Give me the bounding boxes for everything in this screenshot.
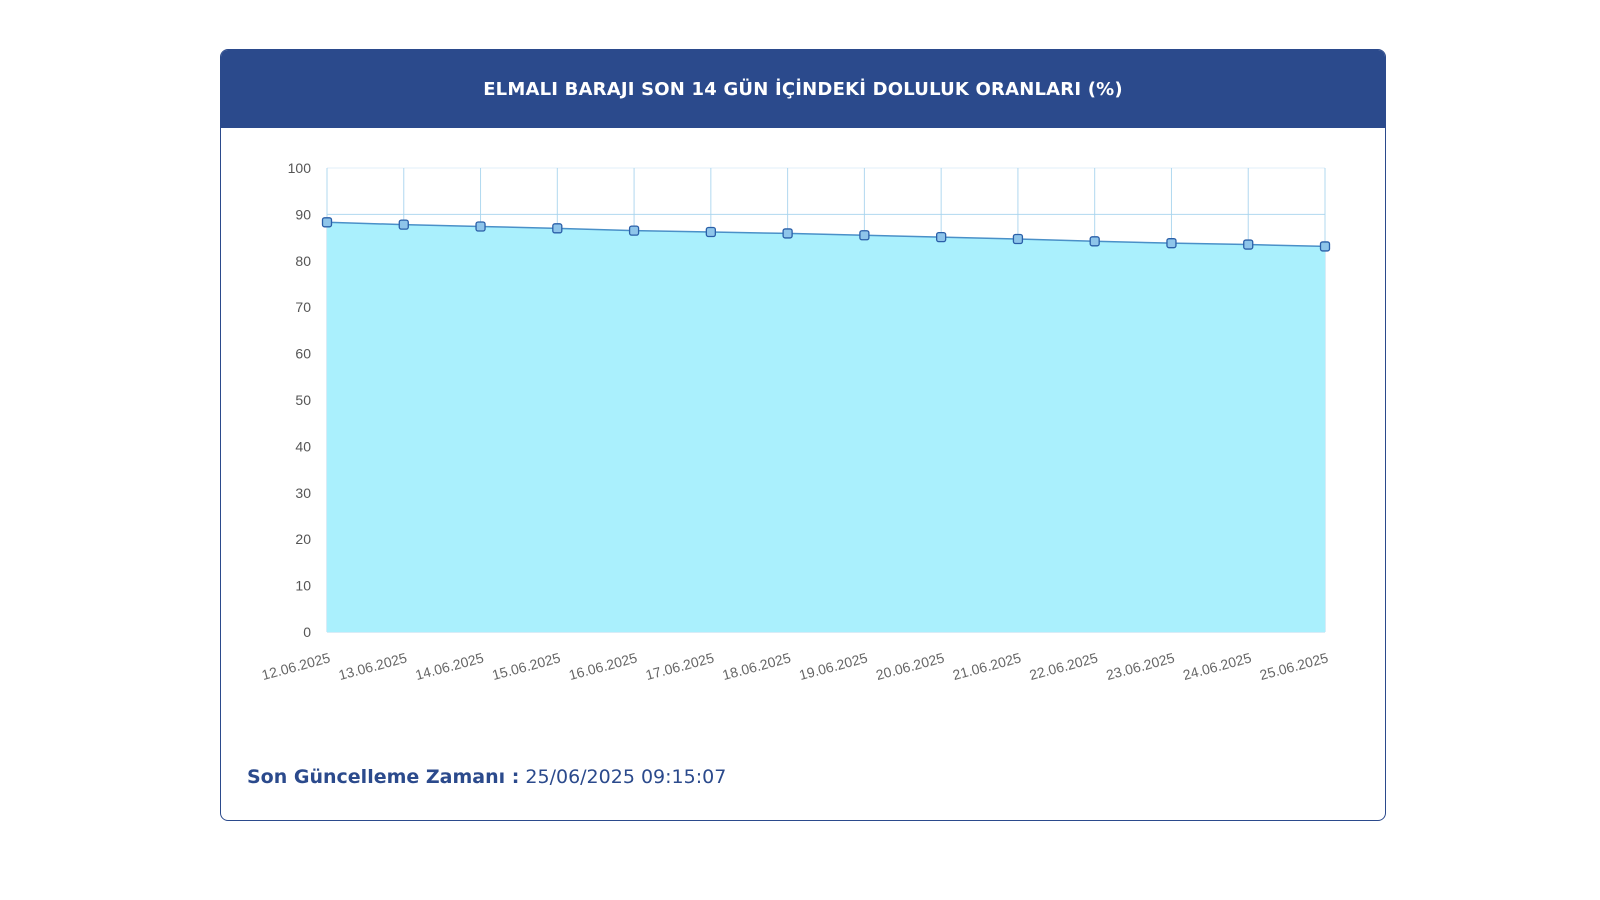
data-point bbox=[552, 223, 563, 234]
x-tick-label: 16.06.2025 bbox=[567, 649, 639, 683]
area-fill bbox=[327, 222, 1325, 632]
x-tick-label: 23.06.2025 bbox=[1104, 649, 1176, 683]
y-tick-label: 10 bbox=[295, 578, 311, 594]
y-tick-label: 30 bbox=[295, 485, 311, 501]
data-point bbox=[1166, 238, 1177, 249]
last-update-value: 25/06/2025 09:15:07 bbox=[519, 766, 727, 788]
y-tick-label: 40 bbox=[295, 438, 311, 454]
x-tick-label: 25.06.2025 bbox=[1258, 649, 1330, 683]
last-update-label: Son Güncelleme Zamanı : bbox=[247, 766, 520, 788]
x-tick-label: 17.06.2025 bbox=[644, 649, 716, 683]
x-tick-label: 18.06.2025 bbox=[721, 649, 793, 683]
x-axis-ticks: 12.06.2025 13.06.2025 14.06.2025 15.06.2025… bbox=[260, 649, 1330, 683]
x-tick-label: 19.06.2025 bbox=[797, 649, 869, 683]
data-point bbox=[628, 225, 640, 236]
x-tick-label: 13.06.2025 bbox=[337, 649, 409, 683]
data-point bbox=[398, 219, 409, 230]
y-tick-label: 60 bbox=[295, 346, 311, 362]
last-update: Son Güncelleme Zamanı : 25/06/2025 09:15… bbox=[247, 766, 726, 788]
x-tick-label: 14.06.2025 bbox=[413, 649, 485, 683]
x-tick-label: 20.06.2025 bbox=[874, 649, 946, 683]
y-tick-label: 70 bbox=[295, 299, 311, 315]
data-point bbox=[475, 221, 486, 232]
data-point bbox=[1319, 241, 1331, 252]
chart-card: ELMALI BARAJI SON 14 GÜN İÇİNDEKİ DOLULU… bbox=[220, 49, 1386, 821]
x-tick-label: 22.06.2025 bbox=[1028, 649, 1100, 683]
y-tick-label: 50 bbox=[295, 392, 311, 408]
data-point bbox=[782, 228, 793, 239]
y-tick-label: 80 bbox=[295, 253, 311, 269]
fill-rate-chart: 0 10 20 30 40 50 60 70 80 90 100 12.06.2025 13.06.2… bbox=[260, 160, 1331, 683]
x-tick-label: 24.06.2025 bbox=[1181, 649, 1253, 683]
y-axis-ticks: 0 10 20 30 40 50 60 70 80 90 100 bbox=[288, 160, 312, 640]
x-tick-label: 12.06.2025 bbox=[260, 649, 332, 683]
y-tick-label: 100 bbox=[288, 160, 312, 176]
x-tick-label: 21.06.2025 bbox=[951, 649, 1023, 683]
y-tick-label: 20 bbox=[295, 531, 311, 547]
area-layer bbox=[327, 222, 1325, 632]
data-point bbox=[1012, 233, 1024, 245]
data-point bbox=[859, 230, 870, 241]
data-point bbox=[1089, 236, 1100, 247]
data-point bbox=[705, 226, 716, 238]
data-point bbox=[936, 231, 947, 243]
y-tick-label: 0 bbox=[303, 624, 311, 640]
data-point bbox=[1243, 239, 1254, 250]
y-tick-label: 90 bbox=[295, 206, 311, 222]
x-tick-label: 15.06.2025 bbox=[490, 649, 562, 683]
data-point bbox=[321, 217, 333, 228]
